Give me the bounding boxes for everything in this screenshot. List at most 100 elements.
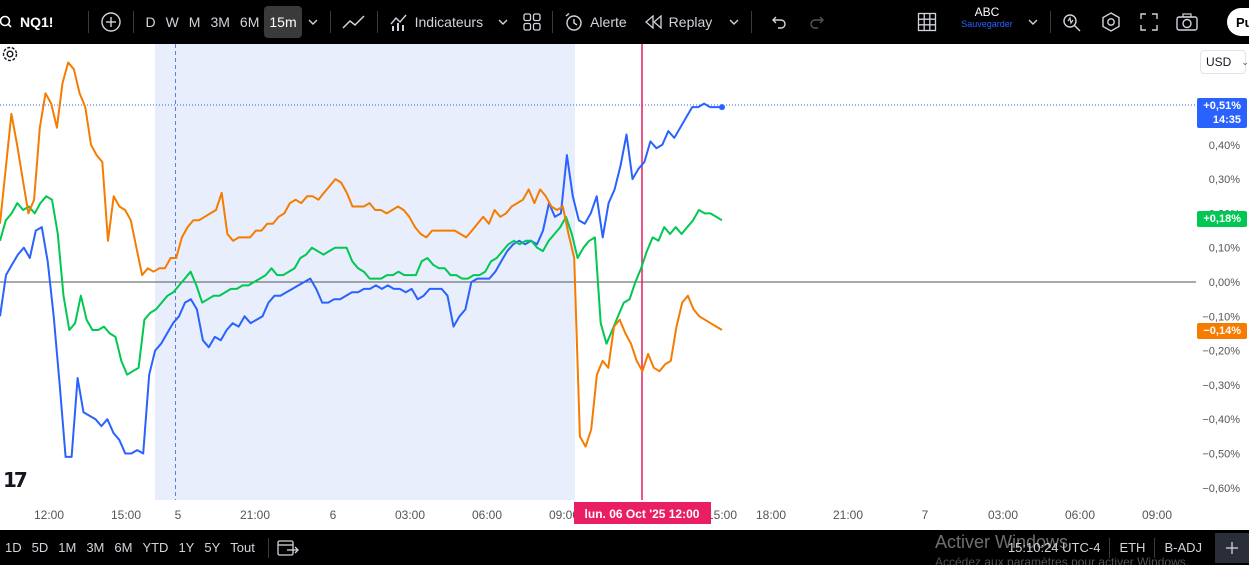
- interval-3m[interactable]: 3M: [205, 6, 234, 38]
- divider: [329, 11, 331, 33]
- settings-button[interactable]: [1095, 6, 1127, 38]
- rewind-icon: [644, 15, 662, 29]
- chevron-down-icon: [1028, 19, 1038, 25]
- bottom-right-status: 15:10:24 UTC-4 ETH B-ADJ: [999, 530, 1249, 565]
- range-1m[interactable]: 1M: [53, 540, 81, 555]
- interval-label: M: [188, 14, 201, 30]
- chart-canvas[interactable]: 0,40%0,30%0,20%0,10%0,00%−0,10%−0,20%−0,…: [0, 44, 1249, 530]
- range-1y[interactable]: 1Y: [173, 540, 199, 555]
- price-scale[interactable]: 0,40%0,30%0,20%0,10%0,00%−0,10%−0,20%−0,…: [1197, 98, 1247, 495]
- range-5y[interactable]: 5Y: [199, 540, 225, 555]
- interval-dropdown[interactable]: [302, 6, 324, 38]
- time-scale[interactable]: 12:00 15:00 5 21:00 6 03:00 06:00 09:00 15:00 18:…: [34, 502, 1172, 524]
- layout-grid-button[interactable]: [912, 6, 942, 38]
- interval-w[interactable]: W: [161, 6, 184, 38]
- gear-icon[interactable]: [0, 44, 20, 64]
- table-grid-icon: [917, 12, 937, 32]
- interval-d[interactable]: D: [140, 6, 160, 38]
- time-tick-label: 21:00: [833, 508, 863, 522]
- time-tick-label: 03:00: [988, 508, 1018, 522]
- save-label: Sauvegarder: [961, 19, 1013, 29]
- range-6m[interactable]: 6M: [109, 540, 137, 555]
- search-icon: [0, 15, 12, 28]
- fullscreen-button[interactable]: [1135, 6, 1163, 38]
- alarm-clock-icon: [565, 12, 582, 31]
- interval-label: 3M: [210, 14, 230, 30]
- camera-icon: [1176, 13, 1198, 31]
- publish-label: Pu: [1236, 14, 1249, 30]
- top-toolbar: NQ1! D W M 3M 6M 15m Indicateurs Alerte …: [0, 0, 1249, 44]
- green-price-tag-text: +0,18%: [1203, 213, 1241, 225]
- replay-button[interactable]: Replay: [640, 6, 718, 38]
- plus-circle-icon: [101, 12, 122, 32]
- clock-time[interactable]: 15:10:24 UTC-4: [999, 540, 1110, 555]
- quick-search-button[interactable]: [1057, 6, 1087, 38]
- last-point-marker: [719, 104, 725, 111]
- chevron-down-icon: [498, 19, 508, 25]
- range-1d[interactable]: 1D: [0, 540, 27, 555]
- range-all[interactable]: Tout: [225, 540, 260, 555]
- time-tick-label: 21:00: [240, 508, 270, 522]
- crosshair-time-label: lun. 06 Oct '25 12:00: [585, 507, 700, 521]
- layouts-button[interactable]: [518, 6, 546, 38]
- layout-dropdown[interactable]: [1022, 6, 1044, 38]
- time-tick-label: 09:00: [1142, 508, 1172, 522]
- orange-price-tag-text: −0,14%: [1203, 325, 1241, 337]
- time-tick-label: 5: [175, 508, 182, 522]
- price-tick-label: −0,60%: [1202, 483, 1240, 495]
- redo-icon: [810, 16, 825, 29]
- divider: [133, 11, 135, 33]
- indicators-button[interactable]: Indicateurs: [384, 6, 488, 38]
- maximize-button[interactable]: [1215, 532, 1249, 563]
- chevron-down-icon: [729, 19, 739, 25]
- quick-search-icon: [1063, 14, 1081, 32]
- alert-button[interactable]: Alerte: [559, 6, 632, 38]
- price-tick-label: 0,00%: [1209, 277, 1240, 289]
- redo-button[interactable]: [804, 6, 832, 38]
- price-tick-label: −0,10%: [1202, 311, 1240, 323]
- time-tick-label: 7: [922, 508, 929, 522]
- blue-price-tag-text: +0,51%: [1203, 100, 1241, 112]
- orange-price-tag: −0,14%: [1197, 323, 1247, 339]
- indicators-label: Indicateurs: [414, 14, 484, 30]
- compare-button[interactable]: [95, 6, 127, 38]
- time-tick-label: 12:00: [34, 508, 64, 522]
- price-tick-label: 0,30%: [1209, 174, 1240, 186]
- replay-dropdown[interactable]: [723, 6, 745, 38]
- line-chart-icon: [342, 15, 365, 29]
- interval-15m[interactable]: 15m: [264, 6, 302, 38]
- undo-button[interactable]: [764, 6, 792, 38]
- undo-icon: [772, 16, 786, 29]
- chart-pane[interactable]: 0,40%0,30%0,20%0,10%0,00%−0,10%−0,20%−0,…: [0, 44, 1249, 530]
- time-tick-label: 15:00: [707, 508, 737, 522]
- save-layout-button[interactable]: ABC Sauvegarder: [952, 6, 1022, 38]
- range-3m[interactable]: 3M: [81, 540, 109, 555]
- maximize-icon: [1226, 541, 1238, 554]
- divider: [267, 537, 269, 558]
- symbol-search[interactable]: NQ1!: [0, 6, 58, 38]
- adjustment-toggle[interactable]: B-ADJ: [1155, 540, 1211, 555]
- price-tick-label: 0,40%: [1209, 140, 1240, 152]
- blue-price-tag-text: 14:35: [1213, 114, 1241, 126]
- time-tick-label: 15:00: [111, 508, 141, 522]
- session-toggle[interactable]: ETH: [1110, 540, 1154, 555]
- interval-m[interactable]: M: [184, 6, 206, 38]
- range-ytd[interactable]: YTD: [137, 540, 173, 555]
- currency-select[interactable]: USD ⌄: [1200, 50, 1249, 74]
- go-to-date-button[interactable]: [277, 539, 299, 557]
- green-price-tag: +0,18%: [1197, 211, 1247, 227]
- range-5d[interactable]: 5D: [27, 540, 54, 555]
- indicators-dropdown[interactable]: [492, 6, 514, 38]
- interval-label: D: [145, 14, 156, 30]
- screenshot-button[interactable]: [1171, 6, 1203, 38]
- interval-6m[interactable]: 6M: [235, 6, 264, 38]
- price-tick-label: −0,50%: [1202, 449, 1240, 461]
- interval-label: 15m: [269, 14, 297, 30]
- currency-label: USD: [1206, 55, 1232, 69]
- layout-name: ABC: [974, 5, 1000, 19]
- calendar-arrow-icon: [277, 539, 299, 556]
- publish-button[interactable]: Pu: [1227, 8, 1249, 36]
- hexagon-settings-icon: [1102, 12, 1120, 32]
- chart-type-button[interactable]: [337, 6, 371, 38]
- fullscreen-icon: [1140, 13, 1158, 31]
